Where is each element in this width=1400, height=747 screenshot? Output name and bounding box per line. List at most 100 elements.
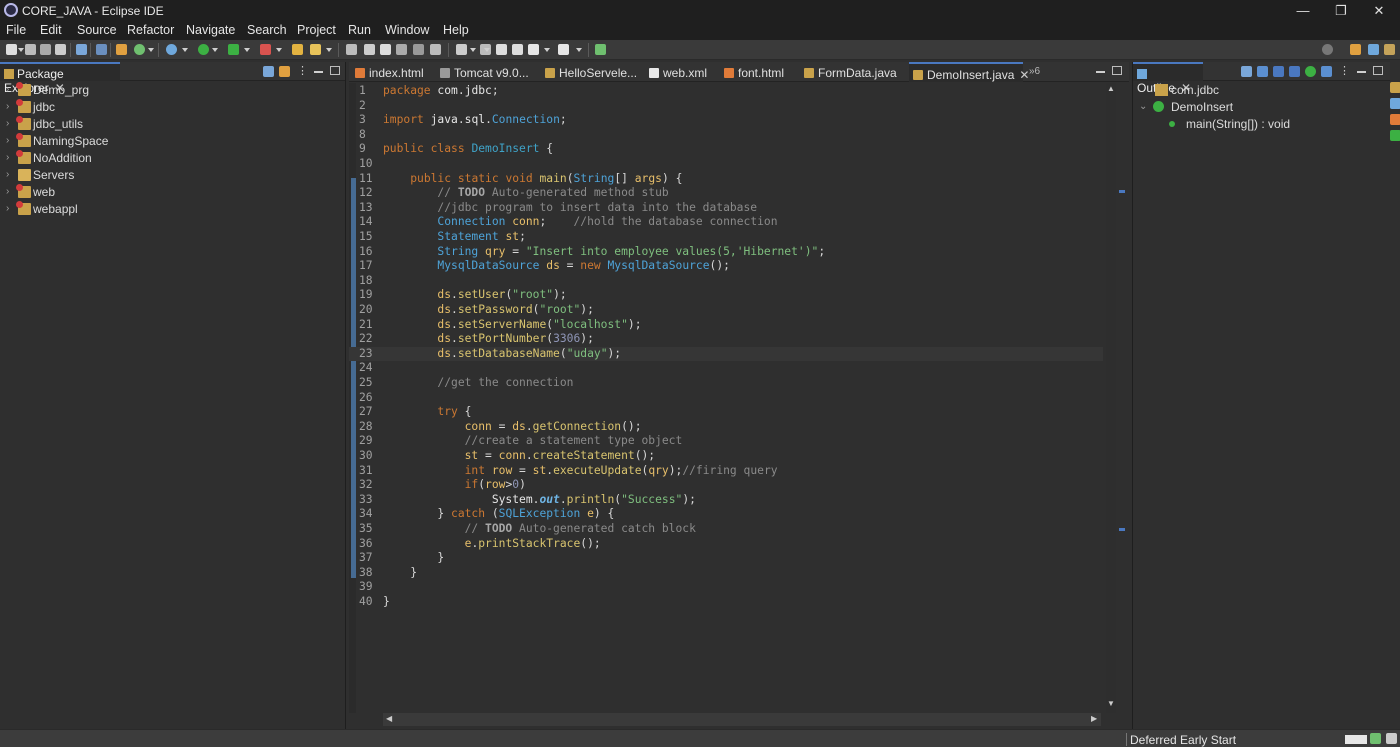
view-menu-icon[interactable]: ⋮ (1339, 64, 1350, 77)
menu-project[interactable]: Project (297, 23, 336, 37)
code-line[interactable]: 8 (349, 128, 1103, 143)
code-line[interactable]: 10 (349, 157, 1103, 172)
search-icon[interactable] (346, 44, 357, 55)
overview-ruler[interactable] (1117, 83, 1127, 713)
code-line[interactable]: 40} (349, 595, 1103, 610)
hide-fields-icon[interactable] (1273, 66, 1284, 77)
code-line[interactable]: 24 (349, 361, 1103, 376)
coverage-dropdown-icon[interactable] (244, 48, 250, 52)
chevron-right-icon[interactable]: › (6, 135, 9, 146)
task-marker[interactable] (1119, 528, 1125, 531)
chevron-right-icon[interactable]: › (6, 118, 9, 129)
outline-item-package[interactable]: com.jdbc (1133, 82, 1383, 99)
hide-static-icon[interactable] (1289, 66, 1300, 77)
tree-item[interactable]: › webappl (0, 201, 340, 218)
more-tabs-button[interactable]: »6 (1029, 62, 1040, 82)
code-line[interactable]: 27 try { (349, 405, 1103, 420)
scroll-right-icon[interactable]: ▶ (1091, 714, 1097, 723)
code-line[interactable]: 37 } (349, 551, 1103, 566)
prev-annotation-dropdown-icon[interactable] (484, 48, 490, 52)
task-marker[interactable] (1119, 190, 1125, 193)
tree-item[interactable]: › Demo_prg (0, 82, 340, 99)
task-dropdown-icon[interactable] (326, 48, 332, 52)
maximize-editor-icon[interactable] (1112, 66, 1122, 75)
debug-dropdown-icon[interactable] (182, 48, 188, 52)
code-line[interactable]: 31 int row = st.executeUpdate(qry);//fir… (349, 464, 1103, 479)
save-all-icon[interactable] (40, 44, 51, 55)
tree-item[interactable]: › jdbc (0, 99, 340, 116)
tab-tomcat[interactable]: Tomcat v9.0... (440, 62, 529, 82)
menu-edit[interactable]: Edit (40, 23, 62, 37)
forward-edit-icon[interactable] (512, 44, 523, 55)
minimized-view-icon[interactable] (1390, 130, 1400, 141)
code-line[interactable]: 23 ds.setDatabaseName("uday"); (349, 346, 1103, 362)
format-icon[interactable] (430, 44, 441, 55)
close-icon[interactable]: ✕ (1019, 68, 1029, 82)
debug-icon[interactable] (166, 44, 177, 55)
vertical-scrollbar[interactable]: ▲ ▼ (1106, 83, 1116, 713)
code-line[interactable]: 9 public class DemoInsert { (349, 142, 1103, 157)
chevron-right-icon[interactable]: › (6, 101, 9, 112)
pen-icon[interactable] (364, 44, 375, 55)
tree-item[interactable]: › NamingSpace (0, 133, 340, 150)
chevron-right-icon[interactable]: › (6, 186, 9, 197)
collapse-all-icon[interactable] (263, 66, 274, 77)
code-line[interactable]: 22 ds.setPortNumber(3306); (349, 332, 1103, 347)
block-selection-icon[interactable] (396, 44, 407, 55)
code-line[interactable]: 38 } (349, 566, 1103, 581)
minimized-view-icon[interactable] (1390, 114, 1400, 125)
class-dropdown-icon[interactable] (148, 48, 154, 52)
outline-item-class[interactable]: ⌄ DemoInsert (1133, 99, 1383, 116)
code-line[interactable]: 39 (349, 580, 1103, 595)
code-line[interactable]: 17 MysqlDataSource ds = new MysqlDataSou… (349, 259, 1103, 274)
minimize-view-icon[interactable] (314, 71, 323, 73)
code-editor[interactable]: 1 package com.jdbc; 2 3 import java.sql.Conn… (349, 83, 1129, 713)
chevron-right-icon[interactable]: › (6, 203, 9, 214)
horizontal-scrollbar[interactable]: ◀ ▶ (383, 713, 1101, 726)
code-line[interactable]: 13 //jdbc program to insert data into th… (349, 201, 1103, 216)
new-icon[interactable] (6, 44, 17, 55)
sort-icon[interactable] (1257, 66, 1268, 77)
minimized-view-icon[interactable] (1390, 98, 1400, 109)
next-annotation-icon[interactable] (456, 44, 467, 55)
close-button[interactable]: ✕ (1356, 0, 1400, 22)
chevron-right-icon[interactable]: › (6, 169, 9, 180)
code-line[interactable]: 28 conn = ds.getConnection(); (349, 420, 1103, 435)
code-line[interactable]: 16 String qry = "Insert into employee va… (349, 245, 1103, 260)
chevron-right-icon[interactable]: › (6, 152, 9, 163)
tab-web-xml[interactable]: web.xml (649, 62, 707, 82)
tree-item[interactable]: › NoAddition (0, 150, 340, 167)
new-java-class-icon[interactable] (134, 44, 145, 55)
tab-helloservlet[interactable]: HelloServele... (545, 62, 637, 82)
minimize-editor-icon[interactable] (1096, 71, 1105, 73)
outline-item-method[interactable]: main(String[]) : void (1133, 116, 1383, 133)
pin-editor-icon[interactable] (595, 44, 606, 55)
tab-formdata[interactable]: FormData.java (804, 62, 897, 82)
tab-outline[interactable]: Outline✕ (1133, 62, 1203, 95)
open-perspective-icon[interactable] (1350, 44, 1361, 55)
menu-help[interactable]: Help (443, 23, 469, 37)
code-line[interactable]: 12 // TODO Auto-generated method stub (349, 186, 1103, 201)
chevron-right-icon[interactable]: › (6, 84, 9, 95)
code-line[interactable]: 19 ds.setUser("root"); (349, 288, 1103, 303)
scroll-down-icon[interactable]: ▼ (1107, 699, 1115, 708)
code-line[interactable]: 1 package com.jdbc; (349, 84, 1103, 99)
open-task-icon[interactable] (310, 44, 321, 55)
menu-run[interactable]: Run (348, 23, 371, 37)
minimized-panel-icon[interactable] (1386, 733, 1397, 744)
menu-search[interactable]: Search (247, 23, 287, 37)
code-line[interactable]: 15 Statement st; (349, 230, 1103, 245)
mark-occurrences-icon[interactable] (380, 44, 391, 55)
run-coverage-icon[interactable] (228, 44, 239, 55)
java-ee-perspective-icon[interactable] (1368, 44, 1379, 55)
minimize-view-icon[interactable] (1357, 71, 1366, 73)
code-line[interactable]: 36 e.printStackTrace(); (349, 537, 1103, 552)
code-line[interactable]: 32 if(row>0) (349, 478, 1103, 493)
tree-item[interactable]: › web (0, 184, 340, 201)
external-tools-icon[interactable] (260, 44, 271, 55)
print-icon[interactable] (55, 44, 66, 55)
code-line[interactable]: 21 ds.setServerName("localhost"); (349, 318, 1103, 333)
progress-view-icon[interactable] (1370, 733, 1381, 744)
menu-navigate[interactable]: Navigate (186, 23, 235, 37)
scroll-up-icon[interactable]: ▲ (1107, 84, 1115, 93)
